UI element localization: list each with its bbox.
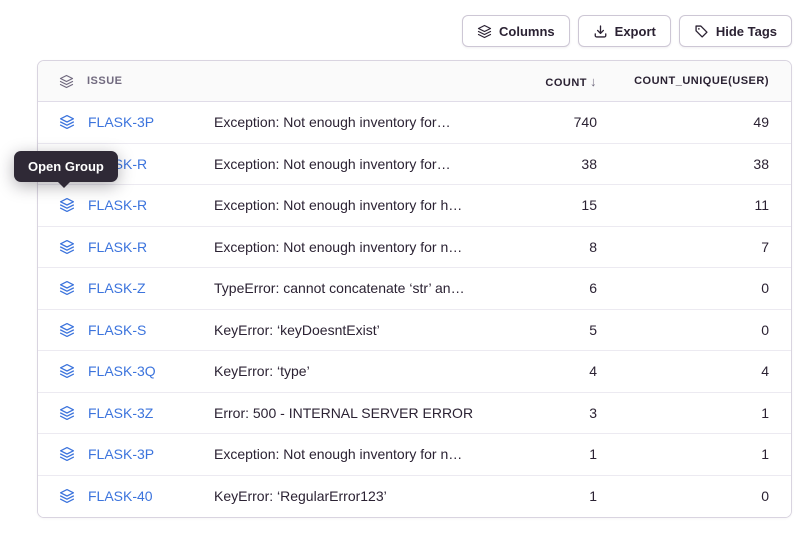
table-row: FLASK-3Z Error: 500 - INTERNAL SERVER ER… (38, 393, 791, 435)
count-unique-value: 7 (599, 239, 791, 255)
issue-group-icon[interactable] (59, 363, 75, 379)
issue-link[interactable]: FLASK-R (88, 197, 147, 213)
table-header-row: ISSUE COUNT↓ COUNT_UNIQUE(USER) (38, 61, 791, 102)
table-row: FLASK-40 KeyError: ‘RegularError123’ 1 0 (38, 476, 791, 518)
issue-title: Error: 500 - INTERNAL SERVER ERROR (214, 405, 489, 421)
issue-group-icon[interactable] (59, 322, 75, 338)
count-unique-value: 0 (599, 488, 791, 504)
count-column-label: COUNT (545, 77, 587, 89)
issue-title: TypeError: cannot concatenate ‘str’ an… (214, 280, 489, 296)
table-row: FLASK-S KeyError: ‘keyDoesntExist’ 5 0 (38, 310, 791, 352)
issue-column-label: ISSUE (87, 75, 123, 87)
count-value: 38 (489, 156, 599, 172)
hide-tags-button-label: Hide Tags (716, 24, 777, 39)
count-value: 4 (489, 363, 599, 379)
issue-title: Exception: Not enough inventory for n… (214, 446, 489, 462)
count-unique-value: 4 (599, 363, 791, 379)
count-value: 8 (489, 239, 599, 255)
layers-icon (59, 74, 74, 89)
tooltip-arrow (58, 182, 70, 188)
issue-column-header[interactable]: ISSUE (38, 74, 214, 89)
table-row: FLASK-3P Exception: Not enough inventory… (38, 102, 791, 144)
count-unique-value: 38 (599, 156, 791, 172)
count-value: 740 (489, 114, 599, 130)
issue-link[interactable]: FLASK-R (88, 239, 147, 255)
issue-group-icon[interactable] (59, 239, 75, 255)
tooltip-text: Open Group (28, 159, 104, 174)
count-value: 6 (489, 280, 599, 296)
issue-link[interactable]: FLASK-3P (88, 446, 154, 462)
table-row: FLASK-3P Exception: Not enough inventory… (38, 434, 791, 476)
results-table: ISSUE COUNT↓ COUNT_UNIQUE(USER) FLASK-3P… (37, 60, 792, 518)
table-row: FLASK-3Q KeyError: ‘type’ 4 4 (38, 351, 791, 393)
count-value: 1 (489, 446, 599, 462)
export-button-label: Export (615, 24, 656, 39)
issue-title: KeyError: ‘type’ (214, 363, 489, 379)
count-unique-value: 1 (599, 446, 791, 462)
issue-group-icon[interactable] (59, 114, 75, 130)
count-unique-column-header[interactable]: COUNT_UNIQUE(USER) (599, 75, 791, 87)
issue-title: KeyError: ‘keyDoesntExist’ (214, 322, 489, 338)
open-group-tooltip: Open Group (14, 151, 118, 182)
issue-link[interactable]: FLASK-40 (88, 488, 153, 504)
issue-link[interactable]: FLASK-S (88, 322, 146, 338)
count-unique-value: 49 (599, 114, 791, 130)
count-value: 1 (489, 488, 599, 504)
issue-group-icon[interactable] (59, 488, 75, 504)
issue-title: Exception: Not enough inventory for n… (214, 239, 489, 255)
columns-button-label: Columns (499, 24, 555, 39)
count-value: 15 (489, 197, 599, 213)
issue-title: Exception: Not enough inventory for… (214, 114, 489, 130)
count-unique-value: 0 (599, 280, 791, 296)
issue-link[interactable]: FLASK-Z (88, 280, 146, 296)
issue-title: Exception: Not enough inventory for h… (214, 197, 489, 213)
issue-group-icon[interactable] (59, 197, 75, 213)
table-row: FLASK-Z TypeError: cannot concatenate ‘s… (38, 268, 791, 310)
table-row: FLASK-R Exception: Not enough inventory … (38, 185, 791, 227)
issue-group-icon[interactable] (59, 405, 75, 421)
table-row: FLASK-R Exception: Not enough inventory … (38, 227, 791, 269)
issue-group-icon[interactable] (59, 280, 75, 296)
issue-link[interactable]: FLASK-3Z (88, 405, 153, 421)
count-unique-value: 1 (599, 405, 791, 421)
tag-icon (694, 24, 709, 39)
issue-link[interactable]: FLASK-3Q (88, 363, 156, 379)
count-unique-value: 11 (599, 197, 791, 213)
export-button[interactable]: Export (578, 15, 671, 47)
count-value: 5 (489, 322, 599, 338)
discover-results-page: Columns Export Hide Tags ISSUE COUNT↓ CO… (0, 0, 807, 538)
sort-descending-icon: ↓ (590, 74, 597, 89)
download-icon (593, 24, 608, 39)
hide-tags-button[interactable]: Hide Tags (679, 15, 792, 47)
table-row: FLASK-R Exception: Not enough inventory … (38, 144, 791, 186)
columns-button[interactable]: Columns (462, 15, 570, 47)
issue-link[interactable]: FLASK-3P (88, 114, 154, 130)
issue-title: Exception: Not enough inventory for… (214, 156, 489, 172)
issue-title: KeyError: ‘RegularError123’ (214, 488, 489, 504)
count-value: 3 (489, 405, 599, 421)
count-column-header[interactable]: COUNT↓ (489, 74, 599, 89)
count-unique-value: 0 (599, 322, 791, 338)
issue-group-icon[interactable] (59, 446, 75, 462)
results-toolbar: Columns Export Hide Tags (462, 15, 792, 47)
layers-icon (477, 24, 492, 39)
